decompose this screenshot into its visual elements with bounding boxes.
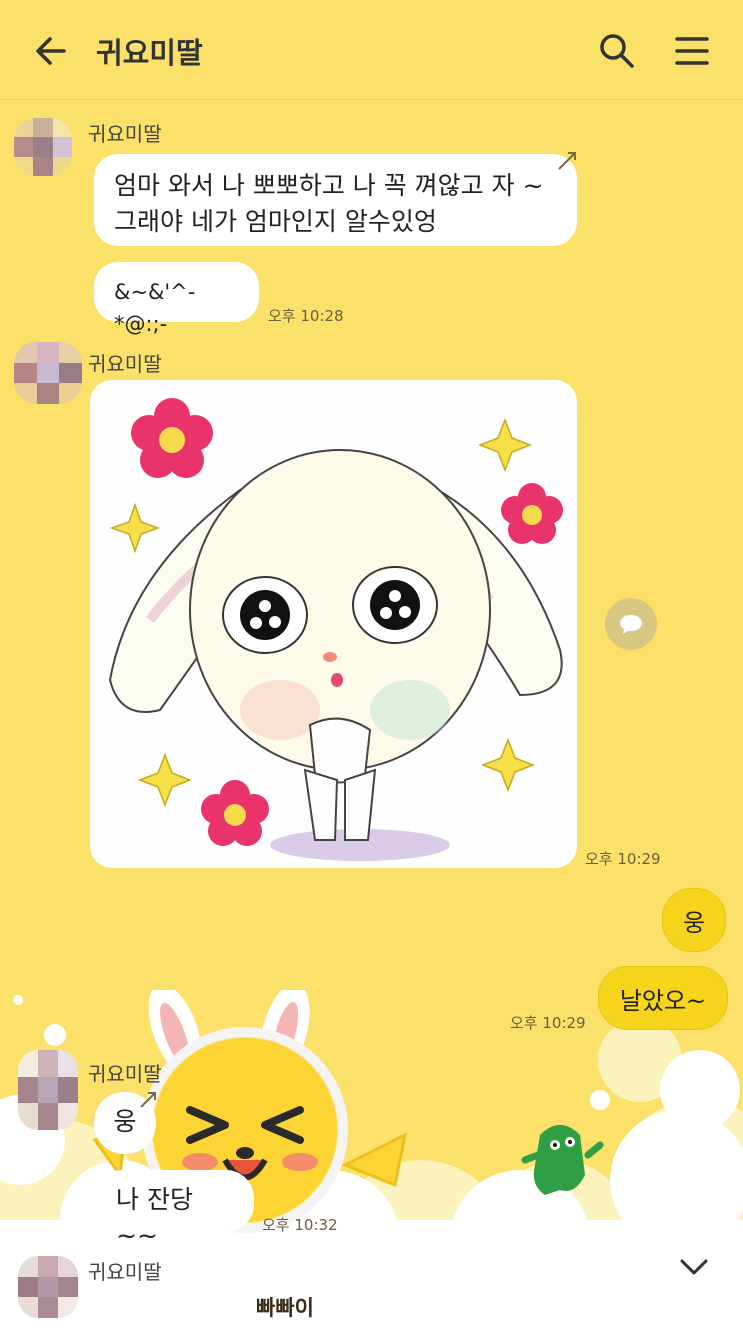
message-bubble-outgoing[interactable]: 웅 xyxy=(662,888,726,952)
search-icon xyxy=(600,34,634,68)
avatar[interactable] xyxy=(18,1050,78,1130)
message-timestamp: 오후 10:29 xyxy=(585,850,661,868)
crying-bunny-sticker-image xyxy=(108,398,563,861)
message-timestamp: 오후 10:28 xyxy=(268,307,344,325)
message-timestamp: 오후 10:29 xyxy=(510,1014,586,1032)
back-button[interactable] xyxy=(34,34,68,68)
menu-button[interactable] xyxy=(674,34,710,68)
arrow-left-icon xyxy=(36,37,66,65)
hamburger-menu-icon xyxy=(675,37,709,65)
share-button[interactable] xyxy=(605,598,657,650)
avatar[interactable] xyxy=(14,342,82,404)
speech-bubble-icon xyxy=(620,615,642,634)
sticker-message[interactable] xyxy=(90,380,577,868)
message-bubble-outgoing[interactable]: 날았오~ xyxy=(598,966,728,1030)
message-text: 날았오~ xyxy=(619,986,707,1015)
sticker-caption: 빠빠이 xyxy=(256,1296,314,1320)
chat-header: 귀요미딸 xyxy=(0,0,743,100)
sender-name: 귀요미딸 xyxy=(88,1260,162,1284)
message-bubble[interactable]: 나 잔당~~ xyxy=(94,1170,254,1250)
message-text: 웅 xyxy=(682,908,706,937)
scroll-to-bottom-button[interactable] xyxy=(676,1252,712,1282)
chevron-down-icon xyxy=(680,1259,708,1275)
reply-arrow-icon xyxy=(558,152,576,170)
message-timestamp: 오후 10:32 xyxy=(262,1216,338,1234)
chat-title: 귀요미딸 xyxy=(96,36,203,70)
message-text: 웅 xyxy=(113,1107,137,1136)
avatar[interactable] xyxy=(18,1256,78,1318)
avatar[interactable] xyxy=(14,118,72,176)
sender-name: 귀요미딸 xyxy=(88,1062,162,1086)
search-button[interactable] xyxy=(598,32,636,70)
message-text: &~&'^-*@:;- xyxy=(114,280,196,336)
sender-name: 귀요미딸 xyxy=(88,122,162,146)
message-text-line: 그래야 네가 엄마인지 알수있엉 xyxy=(114,207,437,236)
message-bubble[interactable]: 엄마 와서 나 뽀뽀하고 나 꼭 껴않고 자 ~ 그래야 네가 엄마인지 알수있… xyxy=(94,154,577,246)
reply-arrow-icon xyxy=(140,1092,156,1108)
message-text-line: 엄마 와서 나 뽀뽀하고 나 꼭 껴않고 자 ~ xyxy=(114,171,544,200)
message-bubble[interactable]: &~&'^-*@:;- xyxy=(94,262,259,336)
sender-name: 귀요미딸 xyxy=(88,352,162,376)
